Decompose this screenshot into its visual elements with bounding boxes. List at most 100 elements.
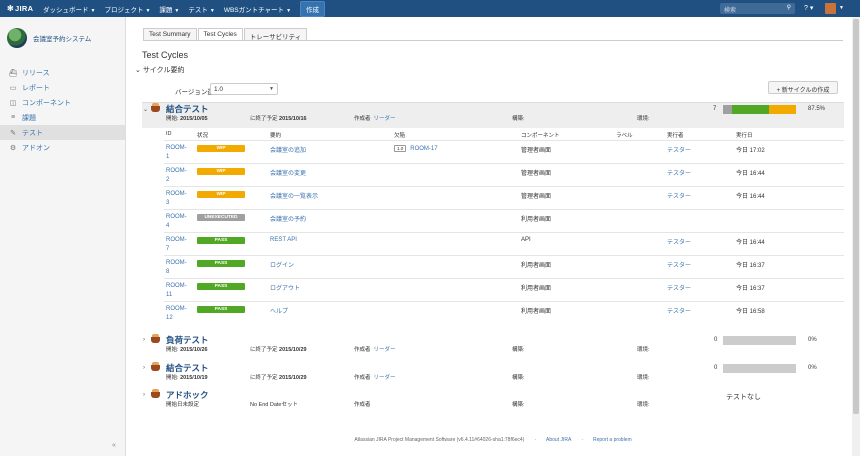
help-icon[interactable]: ? ▾ [804, 4, 813, 12]
scrollbar[interactable] [852, 17, 860, 456]
summary-link[interactable]: 会議室の一覧表示 [270, 191, 318, 200]
addon-icon: ⚙ [9, 144, 17, 152]
no-tests-label: テストなし [726, 394, 761, 401]
create-button[interactable]: 作成 [300, 0, 326, 17]
executed-by-link[interactable]: テスター [667, 306, 691, 315]
summary-link[interactable]: 会議室の変更 [270, 168, 306, 177]
executed-by-link[interactable]: テスター [667, 260, 691, 269]
cycle-row[interactable]: › アドホック 開始日未設定 No End Dateセット 作成者 構築: 環境… [142, 389, 844, 411]
issue-key-link[interactable]: ROOM- 2 [166, 167, 188, 184]
sidebar-item-tests[interactable]: ✎ テスト [0, 125, 125, 140]
component-cell: 利用者画面 [521, 217, 552, 223]
caret-down-icon: ▼ [174, 7, 180, 14]
create-cycle-button[interactable]: + 新サイクルの作成 [768, 81, 838, 94]
about-jira-link[interactable]: About JIRA [546, 437, 571, 443]
tab-test-cycles[interactable]: Test Cycles [197, 28, 243, 40]
nav-projects[interactable]: プロジェクト ▼ [104, 4, 150, 14]
nav-tests[interactable]: テスト ▼ [188, 4, 214, 14]
tab-test-summary[interactable]: Test Summary [143, 28, 197, 40]
defect-cell: 1.0 ROOM-17 [394, 145, 438, 152]
status-badge[interactable]: WIP [197, 145, 245, 152]
chevron-right-icon[interactable]: › [143, 392, 145, 398]
summary-link[interactable]: REST API [270, 237, 297, 243]
sidebar-item-issues[interactable]: ≡ 課題 [0, 110, 125, 125]
cycle-row[interactable]: › 負荷テスト 開始: 2015/10/26 に終了予定 2015/10/29 … [142, 334, 844, 356]
cycle-summary-toggle[interactable]: ⌄ サイクル要約 [135, 65, 184, 75]
chevron-down-icon[interactable]: ⌄ [143, 106, 148, 113]
nav-wbs-gantt[interactable]: WBSガントチャート ▼ [224, 4, 291, 14]
summary-link[interactable]: 会議室の追加 [270, 145, 306, 154]
status-badge[interactable]: PASS [197, 306, 245, 313]
caret-down-icon[interactable]: ▼ [839, 5, 844, 11]
header-summary: 要約 [270, 133, 282, 139]
table-header: ID 状況 要約 欠陥 コンポーネント ラベル 実行者 実行日 [164, 128, 844, 140]
nav-issues[interactable]: 課題 ▼ [159, 4, 179, 14]
status-badge[interactable]: WIP [197, 168, 245, 175]
executed-on-cell: 今日 16:37 [736, 263, 765, 269]
table-row[interactable]: ROOM- 1 WIP 会議室の追加 1.0 ROOM-17 管理者画面 テスター 今日 17:… [164, 140, 844, 163]
summary-link[interactable]: ヘルプ [270, 306, 288, 315]
executed-by-link[interactable]: テスター [667, 191, 691, 200]
cycle-progress-percent: 0% [808, 337, 817, 343]
issue-key-link[interactable]: ROOM- 3 [166, 190, 188, 207]
issue-key-link[interactable]: ROOM- 4 [166, 213, 188, 230]
search-input[interactable]: 検索 ⚲ [720, 3, 795, 14]
issue-key-link[interactable]: ROOM- 7 [166, 236, 188, 253]
executed-by-link[interactable]: テスター [667, 168, 691, 177]
defect-link[interactable]: ROOM-17 [410, 146, 437, 152]
component-cell: 利用者画面 [521, 263, 552, 269]
cycle-environment: 環境: [637, 116, 650, 122]
sidebar-item-reports[interactable]: ▭ レポート [0, 80, 125, 95]
sidebar-item-components[interactable]: ◫ コンポーネント [0, 95, 125, 110]
table-row[interactable]: ROOM- 12 PASS ヘルプ 利用者画面 テスター 今日 16:58 [164, 301, 844, 324]
status-badge[interactable]: WIP [197, 191, 245, 198]
executed-on-cell: 今日 16:37 [736, 286, 765, 292]
sidebar-item-releases[interactable]: ⛴ リリース [0, 65, 125, 80]
collapse-sidebar-icon[interactable]: « [112, 442, 116, 449]
ship-icon: ⛴ [8, 69, 18, 77]
summary-link[interactable]: 会議室の予約 [270, 214, 306, 223]
cycle-environment: 環境: [637, 402, 650, 408]
executions-table: ID 状況 要約 欠陥 コンポーネント ラベル 実行者 実行日 ROOM- 1 WI… [164, 128, 844, 324]
issue-key-link[interactable]: ROOM- 8 [166, 259, 188, 276]
footer-separator: · [581, 437, 583, 443]
issue-key-link[interactable]: ROOM- 12 [166, 305, 188, 322]
summary-link[interactable]: ログアウト [270, 283, 300, 292]
component-cell: 管理者画面 [521, 171, 552, 177]
executed-by-link[interactable]: テスター [667, 237, 691, 246]
executed-by-link[interactable]: テスター [667, 283, 691, 292]
scrollbar-thumb[interactable] [853, 19, 859, 414]
issue-key-link[interactable]: ROOM- 1 [166, 144, 188, 161]
table-row[interactable]: ROOM- 4 UNEXECUTED 会議室の予約 利用者画面 [164, 209, 844, 232]
cycle-row[interactable]: › 結合テスト 開始: 2015/10/19 に終了予定 2015/10/29 … [142, 362, 844, 384]
table-row[interactable]: ROOM- 7 PASS REST API API テスター 今日 16:44 [164, 232, 844, 255]
caret-down-icon: ▼ [286, 7, 292, 14]
cycle-execution-count: 0 [714, 365, 718, 371]
user-avatar[interactable] [825, 3, 836, 14]
jira-logo[interactable]: ✻ JIRA [7, 4, 34, 13]
chevron-right-icon[interactable]: › [143, 365, 145, 371]
cycle-creator: 作成者 リーダー [354, 347, 396, 353]
tab-traceability[interactable]: トレーサビリティ [243, 28, 308, 41]
project-avatar [7, 28, 27, 48]
header-id: ID [166, 131, 172, 137]
version-select[interactable]: 1.0 ▼ [210, 83, 278, 95]
status-badge[interactable]: PASS [197, 283, 245, 290]
status-badge[interactable]: UNEXECUTED [197, 214, 245, 221]
status-badge[interactable]: PASS [197, 260, 245, 267]
summary-link[interactable]: ログイン [270, 260, 294, 269]
sidebar-item-addons[interactable]: ⚙ アドオン [0, 140, 125, 155]
cycle-row[interactable]: ⌄ 結合テスト 開始: 2015/10/05 に終了予定 2015/10/16 … [142, 102, 844, 128]
project-header[interactable]: 会議室予約システム [7, 28, 125, 48]
cycle-progress-percent: 0% [808, 365, 817, 371]
table-row[interactable]: ROOM- 8 PASS ログイン 利用者画面 テスター 今日 16:37 [164, 255, 844, 278]
executed-by-link[interactable]: テスター [667, 145, 691, 154]
table-row[interactable]: ROOM- 11 PASS ログアウト 利用者画面 テスター 今日 16:37 [164, 278, 844, 301]
status-badge[interactable]: PASS [197, 237, 245, 244]
table-row[interactable]: ROOM- 3 WIP 会議室の一覧表示 管理者画面 テスター 今日 16:44 [164, 186, 844, 209]
table-row[interactable]: ROOM- 2 WIP 会議室の変更 管理者画面 テスター 今日 16:44 [164, 163, 844, 186]
issue-key-link[interactable]: ROOM- 11 [166, 282, 188, 299]
chevron-right-icon[interactable]: › [143, 337, 145, 343]
report-problem-link[interactable]: Report a problem [593, 437, 632, 443]
nav-dashboard[interactable]: ダッシュボード ▼ [43, 4, 95, 14]
